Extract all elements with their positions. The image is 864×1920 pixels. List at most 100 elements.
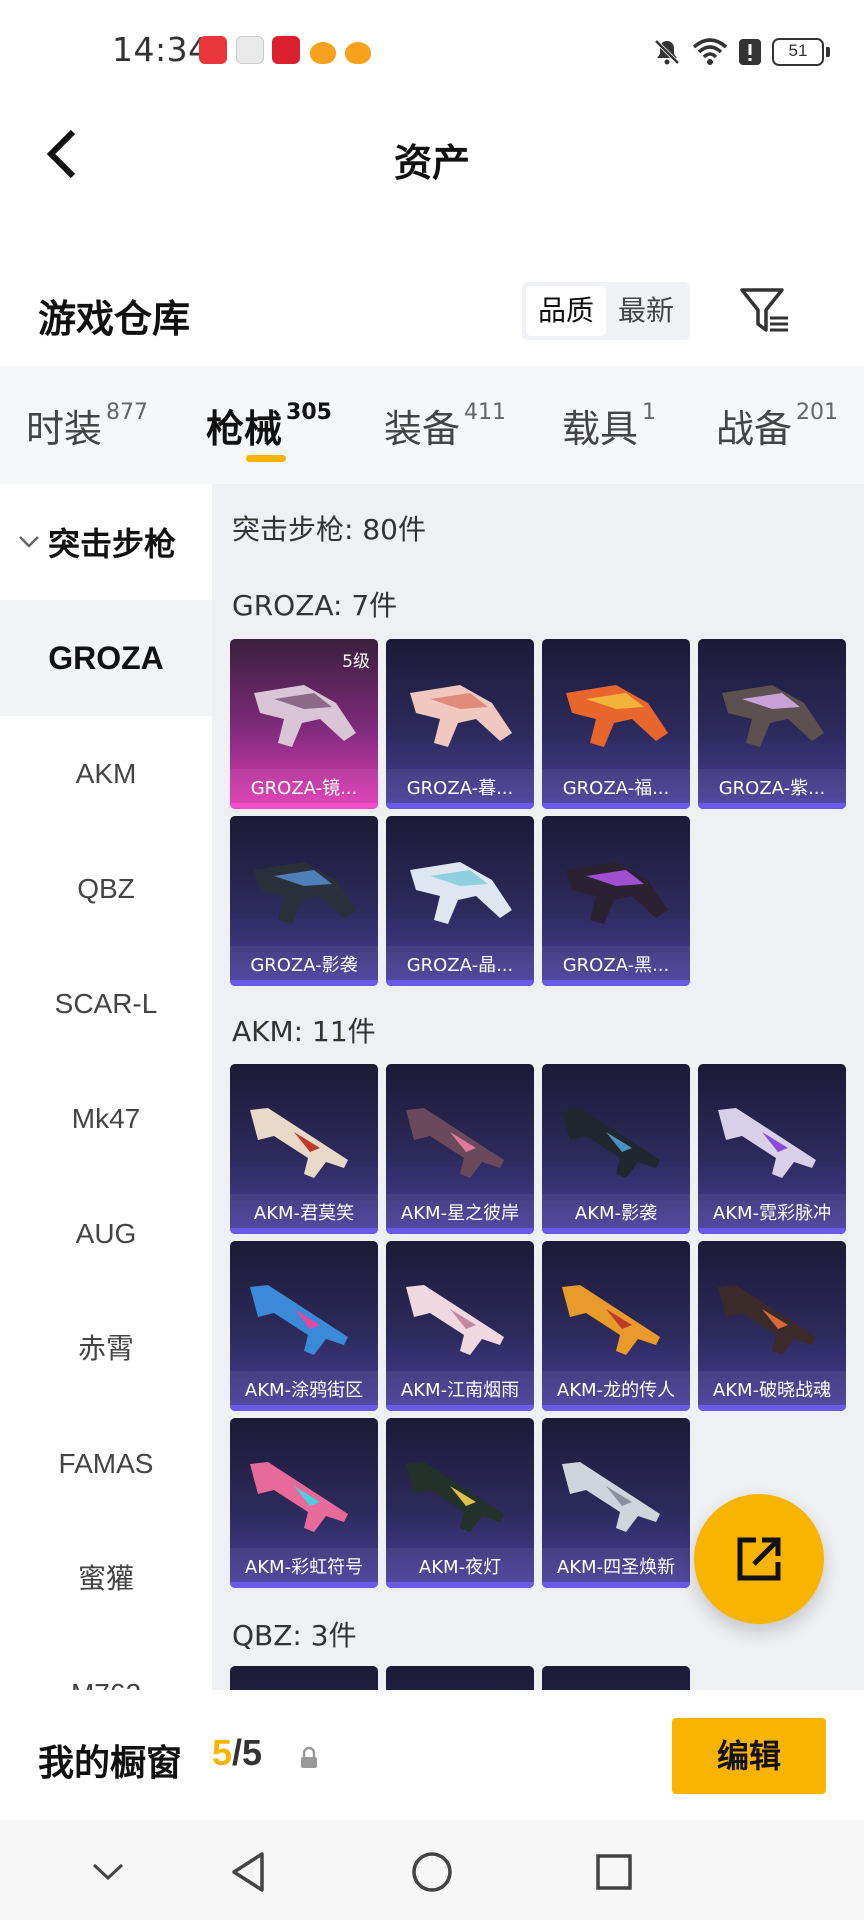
active-tab-indicator: [246, 455, 286, 462]
rarity-bar: [386, 803, 534, 809]
title-bar: 资产: [0, 104, 864, 204]
rarity-bar: [230, 1582, 378, 1588]
share-fab-button[interactable]: [694, 1494, 824, 1624]
warehouse-header: 游戏仓库 品质 最新: [0, 268, 864, 358]
rarity-bar: [698, 1405, 846, 1411]
battery-icon: 51: [772, 38, 830, 66]
tab-count: 305: [286, 400, 332, 425]
lock-icon: [301, 1746, 317, 1768]
weapon-card[interactable]: GROZA-晶...: [386, 816, 534, 986]
weapon-card[interactable]: AKM-四圣焕新: [542, 1418, 690, 1588]
tab-equipment[interactable]: 装备 411: [384, 398, 506, 453]
filter-button[interactable]: [738, 284, 792, 338]
edit-button[interactable]: 编辑: [672, 1718, 826, 1794]
sidebar-item-famas[interactable]: FAMAS: [0, 1406, 212, 1522]
tab-costume[interactable]: 时装 877: [26, 398, 148, 453]
system-nav-bar: [0, 1820, 864, 1920]
weapon-card[interactable]: AKM-彩虹符号: [230, 1418, 378, 1588]
akm-skin-icon: [718, 1108, 816, 1178]
showcase-max: 5: [242, 1732, 263, 1773]
sidebar-item-mk47[interactable]: Mk47: [0, 1061, 212, 1177]
tab-label: 载具: [562, 407, 639, 451]
group-header: QBZ: 3件: [232, 1619, 357, 1652]
weapon-card[interactable]: AKM-涂鸦街区: [230, 1241, 378, 1411]
weapon-card[interactable]: 5级 GROZA-镜...: [230, 639, 378, 809]
weapon-card[interactable]: GROZA-福...: [542, 639, 690, 809]
sort-quality-button[interactable]: 品质: [526, 286, 607, 336]
tab-vehicles[interactable]: 载具 1: [562, 398, 656, 453]
rarity-bar: [386, 1228, 534, 1234]
rarity-bar: [230, 1405, 378, 1411]
wifi-icon: [692, 38, 728, 65]
app-notification-icon: [236, 36, 264, 64]
weapon-card[interactable]: AKM-霓彩脉冲: [698, 1064, 846, 1234]
tab-weapons[interactable]: 枪械 305: [206, 398, 332, 453]
filter-icon: [740, 288, 788, 332]
weapon-card[interactable]: GROZA-紫...: [698, 639, 846, 809]
tab-label: 战备: [716, 407, 793, 451]
subcategory-total: 突击步枪: 80件: [232, 513, 426, 546]
rarity-bar: [698, 1228, 846, 1234]
weapon-card[interactable]: [386, 1666, 534, 1690]
weapon-card[interactable]: AKM-龙的传人: [542, 1241, 690, 1411]
weapon-card[interactable]: GROZA-黑...: [542, 816, 690, 986]
sidebar-item-aug[interactable]: AUG: [0, 1176, 212, 1292]
showcase-label: 我的橱窗: [38, 1743, 183, 1784]
nav-home-button[interactable]: [402, 1842, 462, 1902]
rarity-bar: [542, 1405, 690, 1411]
akm-skin-icon: [718, 1285, 816, 1355]
status-icons: 51: [652, 34, 830, 70]
groza-skin-icon: [410, 685, 512, 747]
weapon-type-sidebar: 突击步枪 GROZA AKM QBZ SCAR-L Mk47 AUG 赤霄 FA…: [0, 484, 212, 1690]
weapon-card[interactable]: AKM-星之彼岸: [386, 1064, 534, 1234]
rarity-bar: [542, 980, 690, 986]
group-header: AKM: 11件: [232, 1015, 376, 1048]
weapon-card[interactable]: GROZA-暮...: [386, 639, 534, 809]
akm-skin-icon: [406, 1462, 504, 1532]
sidebar-item-chixiao[interactable]: 赤霄: [0, 1291, 212, 1407]
sort-segmented-control: 品质 最新: [522, 282, 691, 340]
groza-skin-icon: [722, 685, 824, 747]
weapon-card[interactable]: AKM-影袭: [542, 1064, 690, 1234]
groza-skin-icon: [566, 862, 668, 924]
rarity-bar: [542, 1582, 690, 1588]
sidebar-item-qbz[interactable]: QBZ: [0, 831, 212, 947]
rarity-bar: [386, 1405, 534, 1411]
akm-skin-icon: [562, 1108, 660, 1178]
rarity-bar: [698, 803, 846, 809]
weapon-card[interactable]: AKM-破晓战魂: [698, 1241, 846, 1411]
sidebar-item-m762[interactable]: M762: [0, 1636, 212, 1690]
weapon-card[interactable]: [542, 1666, 690, 1690]
tab-count: 1: [642, 400, 657, 425]
showcase-current: 5: [212, 1732, 233, 1773]
weapon-card[interactable]: AKM-夜灯: [386, 1418, 534, 1588]
weapon-card[interactable]: [230, 1666, 378, 1690]
nav-recents-button[interactable]: [584, 1842, 644, 1902]
alert-icon: [739, 39, 761, 65]
nav-back-button[interactable]: [218, 1842, 278, 1902]
groza-skin-icon: [566, 685, 668, 747]
akm-skin-icon: [406, 1285, 504, 1355]
rarity-bar: [386, 980, 534, 986]
sidebar-item-scar-l[interactable]: SCAR-L: [0, 946, 212, 1062]
showcase-bar: 我的橱窗 5/5 编辑: [0, 1690, 864, 1820]
weapon-card[interactable]: AKM-君莫笑: [230, 1064, 378, 1234]
groza-skin-icon: [254, 685, 356, 747]
sidebar-item-groza[interactable]: GROZA: [0, 600, 212, 716]
sidebar-item-akm[interactable]: AKM: [0, 716, 212, 832]
tab-supplies[interactable]: 战备 201: [716, 398, 838, 453]
sidebar-category-header[interactable]: 突击步枪: [0, 484, 212, 600]
sort-newest-button[interactable]: 最新: [606, 286, 686, 336]
tab-label: 时装: [26, 407, 103, 451]
akm-skin-icon: [250, 1108, 348, 1178]
category-tabs: 时装 877 枪械 305 装备 411 载具 1 战备 201: [0, 366, 864, 484]
tab-count: 877: [106, 400, 149, 425]
weapon-card[interactable]: AKM-江南烟雨: [386, 1241, 534, 1411]
cat-notification-icon: [310, 42, 336, 64]
tab-count: 411: [464, 400, 507, 425]
weapon-card[interactable]: GROZA-影袭: [230, 816, 378, 986]
akm-skin-icon: [250, 1462, 348, 1532]
nav-hide-button[interactable]: [78, 1842, 138, 1902]
app-notification-icon: [199, 36, 227, 64]
sidebar-item-honey-badger[interactable]: 蜜獾: [0, 1521, 212, 1637]
